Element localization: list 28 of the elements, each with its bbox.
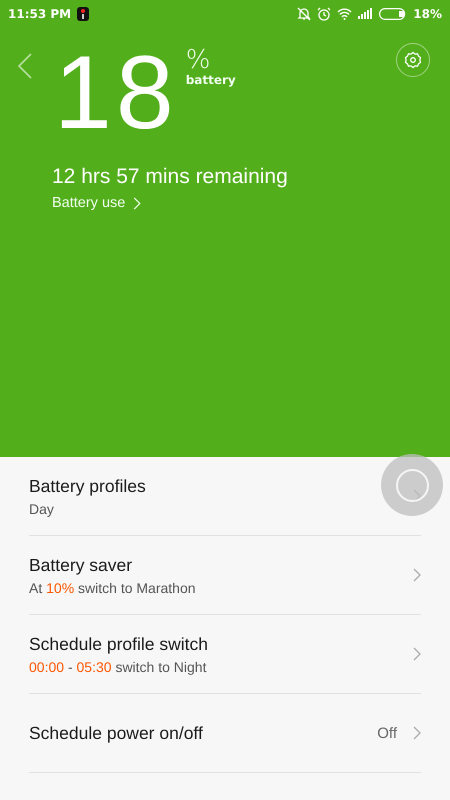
- battery-label: battery: [186, 73, 236, 87]
- setting-value: Off: [377, 724, 397, 742]
- remaining-time: 12 hrs 57 mins remaining: [51, 164, 289, 189]
- setting-summary: Day: [29, 500, 55, 516]
- chevron-icon: [133, 196, 142, 210]
- alarm-icon: [317, 6, 332, 20]
- app-notification-icon: [77, 6, 90, 20]
- battery-percent-value: 18: [54, 41, 178, 145]
- percent-sign: %: [186, 47, 210, 73]
- setting-title: Battery saver: [29, 554, 134, 576]
- setting-title: Schedule profile switch: [29, 634, 209, 654]
- battery-icon: [379, 8, 408, 20]
- wifi-icon: [337, 8, 352, 20]
- chevron-icon: [413, 725, 421, 741]
- setting-summary: 00:00 - 05:30 switch to Night: [29, 658, 208, 674]
- signal-icon: [358, 8, 374, 19]
- chevron-icon: [413, 567, 421, 583]
- battery-percentage: 18%: [413, 6, 442, 20]
- battery-use-link[interactable]: Battery use: [52, 195, 142, 211]
- setting-title: Schedule power on/off: [29, 722, 204, 744]
- back-icon[interactable]: [18, 53, 32, 79]
- setting-summary: At 10% switch to Marathon: [29, 580, 197, 596]
- chevron-icon: [413, 646, 421, 662]
- muted-bell-icon: [297, 6, 312, 20]
- settings-icon: [404, 51, 422, 69]
- settings-button[interactable]: [396, 43, 430, 77]
- setting-title: Battery profiles: [29, 476, 147, 496]
- status-time: 11:53 PM: [8, 6, 72, 20]
